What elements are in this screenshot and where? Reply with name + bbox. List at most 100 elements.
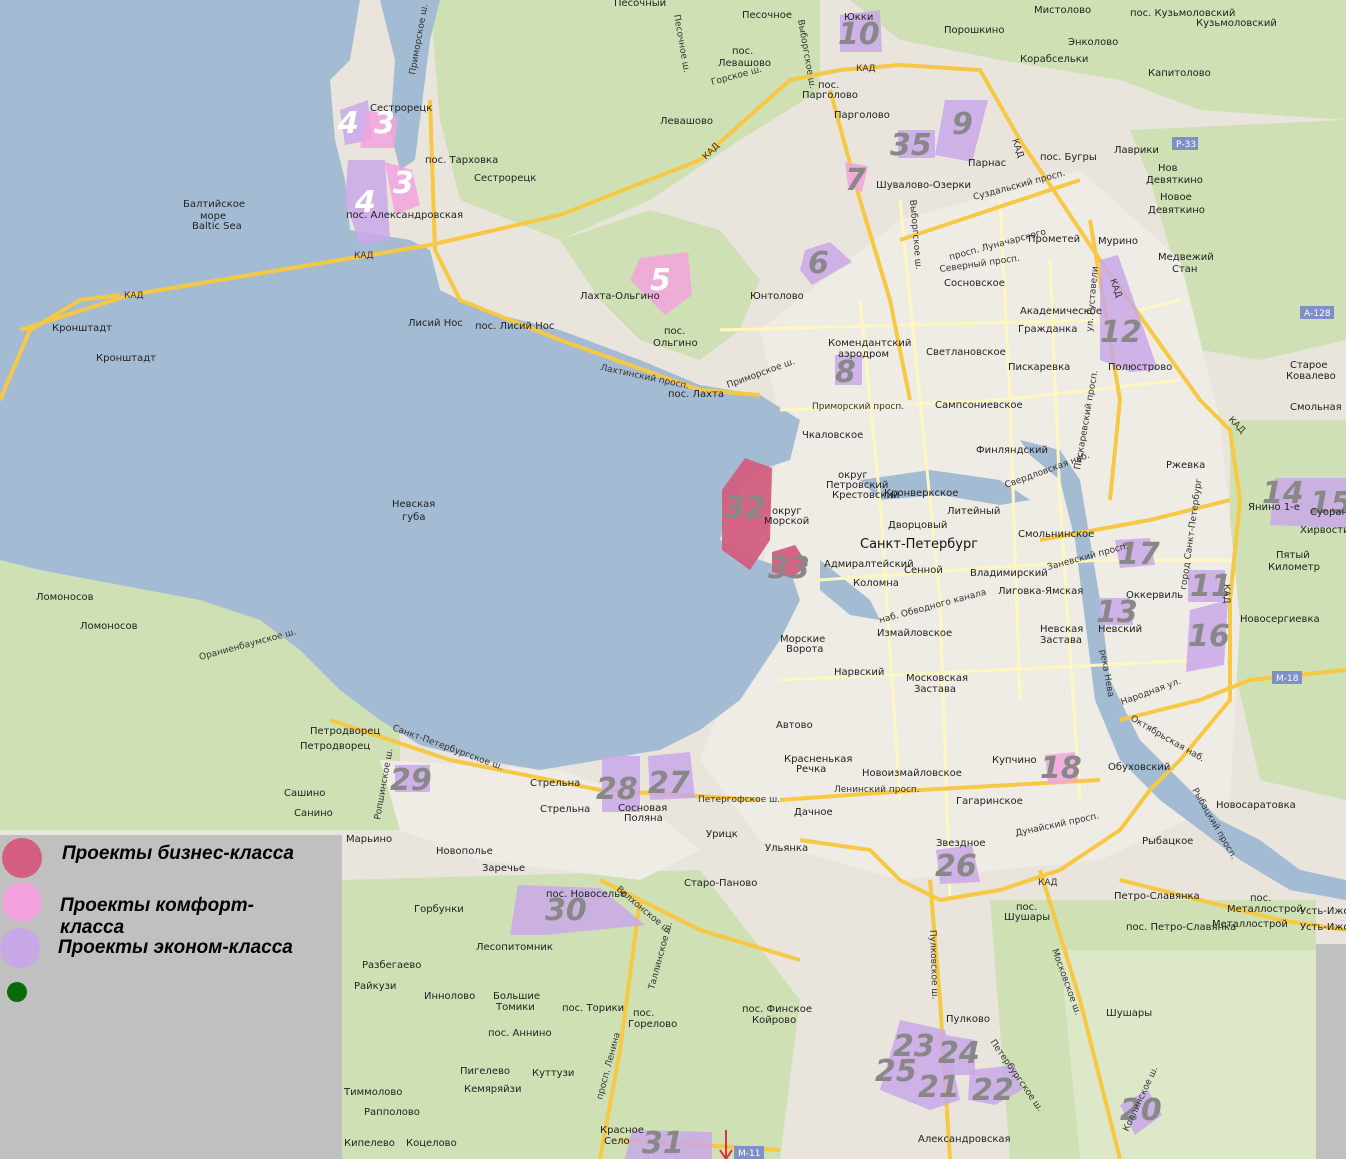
place-label: Ворота bbox=[786, 644, 823, 655]
city-label: Санкт-Петербург bbox=[860, 537, 978, 552]
legend-swatch-comfort bbox=[2, 882, 42, 922]
project-label: 16 bbox=[1188, 619, 1230, 654]
project-label: 29 bbox=[390, 763, 432, 798]
place-label: пос. Лисий Нос bbox=[475, 321, 554, 332]
map-edge-gap bbox=[1316, 944, 1346, 1159]
place-label: Усть-Ижора bbox=[1300, 922, 1346, 933]
place-label: Невский bbox=[1098, 624, 1142, 635]
place-label: Километр bbox=[1268, 562, 1320, 573]
project-label: 26 bbox=[935, 849, 977, 884]
map-legend: Проекты бизнес-класса Проекты комфорт-кл… bbox=[0, 835, 342, 1159]
place-label: Куттузи bbox=[532, 1068, 574, 1079]
place-label: Балтийское bbox=[183, 199, 245, 210]
place-label: Сестрорецк bbox=[474, 173, 536, 184]
project-label: 33 bbox=[768, 551, 810, 586]
place-label: Ржевка bbox=[1166, 460, 1205, 471]
place-label: Александровская bbox=[918, 1134, 1011, 1145]
legend-swatch-econom bbox=[0, 928, 40, 968]
place-label: Сестрорецк bbox=[370, 103, 432, 114]
place-label: Мистолово bbox=[1034, 5, 1091, 16]
place-label: Московская bbox=[906, 673, 968, 684]
place-label: Село bbox=[604, 1136, 630, 1147]
place-label: Старо-Паново bbox=[684, 878, 757, 889]
place-label: Застава bbox=[914, 684, 956, 695]
place-label: Песочное bbox=[742, 10, 792, 21]
project-label: 28 bbox=[596, 772, 638, 807]
place-label: Стрельна bbox=[530, 778, 580, 789]
place-label: Ломоносов bbox=[80, 621, 138, 632]
place-label: Большие bbox=[493, 991, 540, 1002]
place-label: Невская bbox=[1040, 624, 1083, 635]
place-label: Санино bbox=[294, 808, 333, 819]
place-label: Лиговка-Ямская bbox=[998, 586, 1083, 597]
legend-swatch-green bbox=[7, 982, 27, 1002]
place-label: Парголово bbox=[834, 110, 890, 121]
place-label: Кронверкское bbox=[884, 488, 958, 499]
place-label: Чкаловское bbox=[802, 430, 863, 441]
place-label: Литейный bbox=[947, 506, 1000, 517]
project-label: 4 bbox=[337, 106, 359, 141]
place-label: Речка bbox=[796, 764, 826, 775]
place-label: Нов bbox=[1158, 163, 1178, 174]
place-label: Ломоносов bbox=[36, 592, 94, 603]
project-label: 9 bbox=[952, 107, 973, 142]
project-label: 7 bbox=[845, 163, 866, 198]
place-label: Застава bbox=[1040, 635, 1082, 646]
place-label: Гагаринское bbox=[956, 796, 1023, 807]
place-label: пос. Александровская bbox=[346, 210, 463, 221]
place-label: Металлострой bbox=[1227, 904, 1303, 915]
project-label: 18 bbox=[1040, 751, 1082, 786]
place-label: Новосергиевка bbox=[1240, 614, 1320, 625]
place-label: Пятый bbox=[1276, 550, 1310, 561]
place-label: пос. bbox=[664, 326, 685, 337]
place-label: Измайловское bbox=[877, 628, 952, 639]
place-label: Райкузи bbox=[354, 981, 396, 992]
place-label: Песочный bbox=[614, 0, 666, 9]
shield-label: А-128 bbox=[1304, 309, 1331, 319]
place-label: Новосаратовка bbox=[1216, 800, 1296, 811]
place-label: пос. Кузьмоловский bbox=[1130, 8, 1235, 19]
shield-label: Р-33 bbox=[1176, 140, 1196, 150]
place-label: Финляндский bbox=[976, 445, 1048, 456]
place-label: Оккервиль bbox=[1126, 590, 1183, 601]
place-label: Обуховский bbox=[1108, 762, 1170, 773]
place-label: Кипелево bbox=[344, 1138, 395, 1149]
place-label: Новополье bbox=[436, 846, 493, 857]
place-label: Урицк bbox=[706, 829, 738, 840]
place-label: пос. Торики bbox=[562, 1003, 624, 1014]
place-label: Кемяряйзи bbox=[464, 1084, 522, 1095]
project-label: 35 bbox=[890, 128, 932, 163]
project-label: 8 bbox=[835, 355, 856, 390]
place-label: Стан bbox=[1172, 264, 1197, 275]
place-label: Девяткино bbox=[1146, 175, 1203, 186]
place-label: Тиммолово bbox=[343, 1087, 402, 1098]
place-label: Дворцовый bbox=[888, 520, 947, 531]
place-label: Иннолово bbox=[424, 991, 475, 1002]
place-label: Смольнинское bbox=[1018, 529, 1094, 540]
road-label: КАД bbox=[124, 291, 144, 301]
place-label: Петро-Славянка bbox=[1114, 891, 1200, 902]
shield-label: М-18 bbox=[1276, 674, 1299, 684]
road-label: КАД bbox=[354, 251, 374, 261]
place-label: Ковалево bbox=[1286, 371, 1336, 382]
place-label: Сампсониевское bbox=[935, 400, 1023, 411]
place-label: пос. bbox=[732, 46, 753, 57]
place-label: Юкки bbox=[844, 12, 873, 23]
place-label: Сашино bbox=[284, 788, 325, 799]
project-label: 27 bbox=[648, 766, 690, 801]
project-label: 31 bbox=[642, 1126, 684, 1159]
project-label: 24 bbox=[938, 1036, 980, 1071]
place-label: Кронштадт bbox=[52, 323, 112, 334]
place-label: Парнас bbox=[968, 158, 1006, 169]
road-label: КАД bbox=[856, 64, 876, 74]
place-label: Девяткино bbox=[1148, 205, 1205, 216]
place-label: Автово bbox=[776, 720, 813, 731]
road-label: КАД bbox=[1038, 878, 1058, 888]
place-label: Морской bbox=[764, 516, 809, 527]
place-label: Суоранда bbox=[1310, 507, 1346, 518]
place-label: Новое bbox=[1160, 192, 1192, 203]
place-label: Томики bbox=[495, 1002, 535, 1013]
place-label: пос. Финское bbox=[742, 1004, 812, 1015]
road-label: Петергофское ш. bbox=[698, 795, 780, 805]
place-label: Поляна bbox=[624, 813, 663, 824]
